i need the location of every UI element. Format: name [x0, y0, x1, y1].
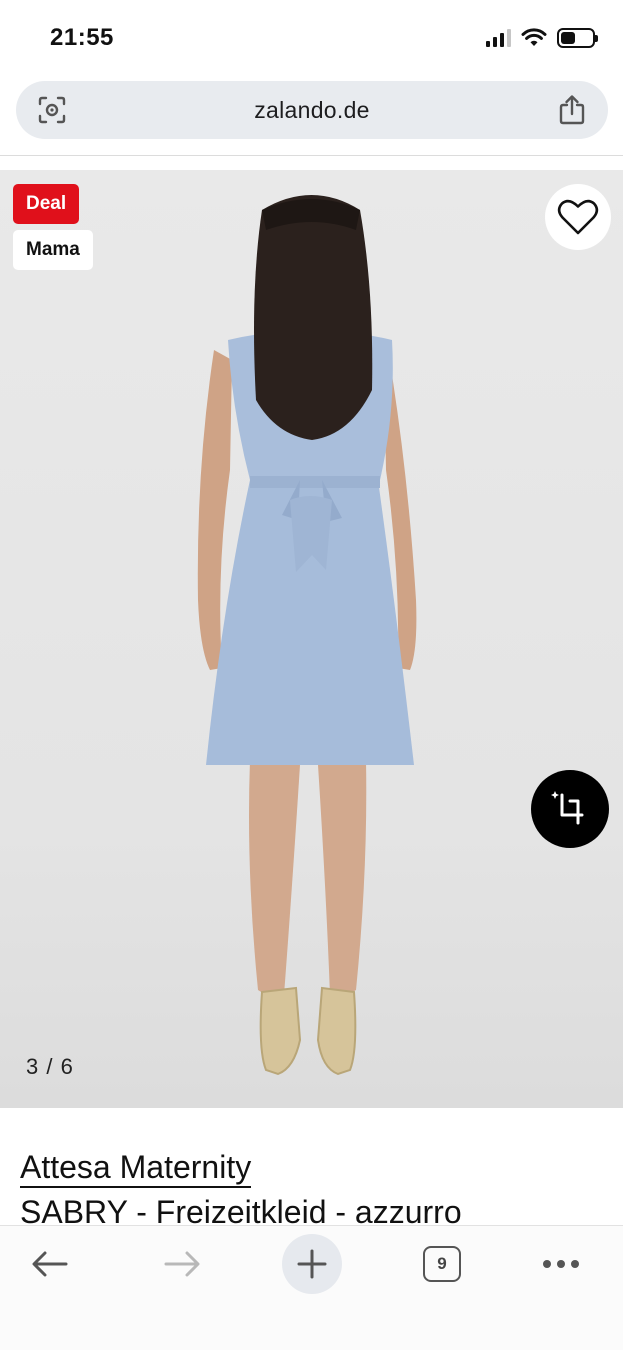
status-icons	[486, 28, 598, 48]
deal-badge: Deal	[13, 184, 80, 224]
arrow-left-icon	[32, 1251, 68, 1277]
url-text[interactable]: zalando.de	[254, 97, 370, 124]
status-time: 21:55	[50, 24, 114, 51]
battery-icon	[557, 28, 598, 48]
more-button[interactable]	[531, 1234, 591, 1294]
crop-search-button[interactable]	[531, 770, 609, 848]
wifi-icon	[521, 28, 547, 46]
product-image-gallery[interactable]: Deal Mama 3 / 6	[0, 170, 623, 1108]
cellular-signal-icon	[486, 29, 511, 47]
image-counter: 3 / 6	[26, 1054, 74, 1079]
tab-count: 9	[423, 1246, 461, 1282]
plus-icon	[297, 1249, 327, 1279]
header-divider	[0, 155, 623, 156]
product-photo	[197, 195, 417, 1076]
arrow-right-icon	[164, 1251, 200, 1277]
url-bar[interactable]: zalando.de	[16, 81, 608, 139]
visual-search-icon[interactable]	[36, 95, 68, 125]
heart-icon	[557, 199, 599, 235]
back-button[interactable]	[20, 1234, 80, 1294]
new-tab-button[interactable]	[282, 1234, 342, 1294]
mama-badge: Mama	[13, 230, 93, 270]
brand-link[interactable]: Attesa Maternity	[20, 1148, 252, 1188]
share-icon[interactable]	[558, 94, 586, 126]
crop-sparkle-icon	[551, 791, 584, 825]
browser-toolbar: 9	[0, 1225, 623, 1350]
more-dots-icon	[543, 1260, 579, 1268]
product-info: Attesa Maternity SABRY - Freizeitkleid -…	[20, 1148, 610, 1232]
wishlist-button[interactable]	[545, 184, 611, 250]
forward-button[interactable]	[152, 1234, 212, 1294]
status-bar: 21:55	[0, 0, 623, 78]
tabs-button[interactable]: 9	[412, 1234, 472, 1294]
